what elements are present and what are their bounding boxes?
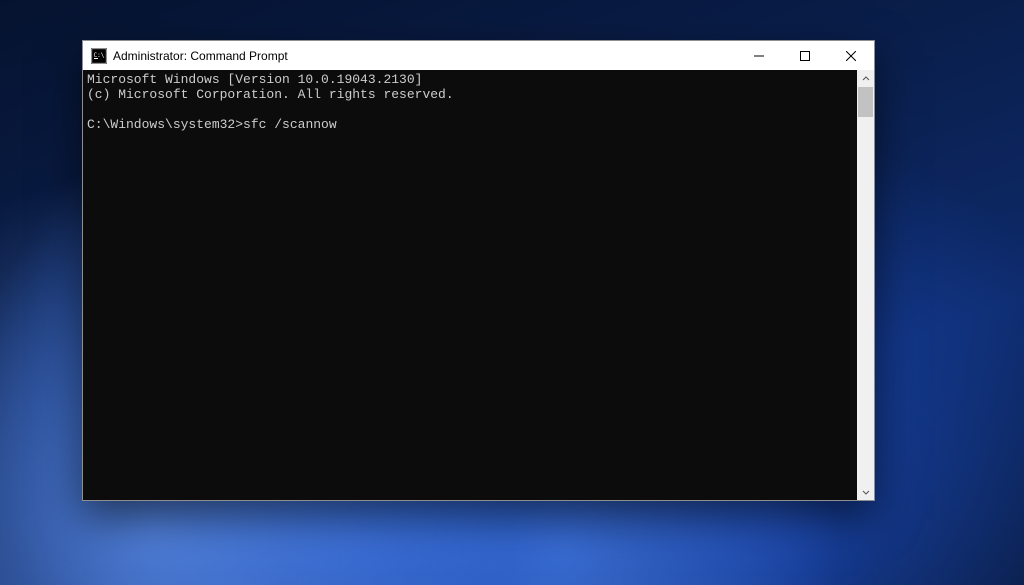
terminal-command: sfc /scannow [243, 117, 337, 132]
svg-text:C:\: C:\ [94, 52, 105, 59]
window-title: Administrator: Command Prompt [113, 49, 288, 63]
titlebar[interactable]: C:\ Administrator: Command Prompt [83, 41, 874, 70]
window-client-area: Microsoft Windows [Version 10.0.19043.21… [83, 70, 874, 500]
desktop-wallpaper: C:\ Administrator: Command Prompt [0, 0, 1024, 585]
vertical-scrollbar[interactable] [857, 70, 874, 500]
terminal-prompt: C:\Windows\system32> [87, 117, 243, 132]
command-prompt-window: C:\ Administrator: Command Prompt [82, 40, 875, 501]
scroll-thumb[interactable] [858, 87, 873, 117]
scroll-down-arrow-icon[interactable] [857, 483, 874, 500]
terminal-line: Microsoft Windows [Version 10.0.19043.21… [87, 72, 422, 87]
minimize-button[interactable] [736, 41, 782, 70]
maximize-button[interactable] [782, 41, 828, 70]
scroll-up-arrow-icon[interactable] [857, 70, 874, 87]
close-button[interactable] [828, 41, 874, 70]
terminal-output[interactable]: Microsoft Windows [Version 10.0.19043.21… [83, 70, 857, 500]
command-prompt-icon: C:\ [91, 48, 107, 64]
window-controls [736, 41, 874, 70]
terminal-line: (c) Microsoft Corporation. All rights re… [87, 87, 454, 102]
